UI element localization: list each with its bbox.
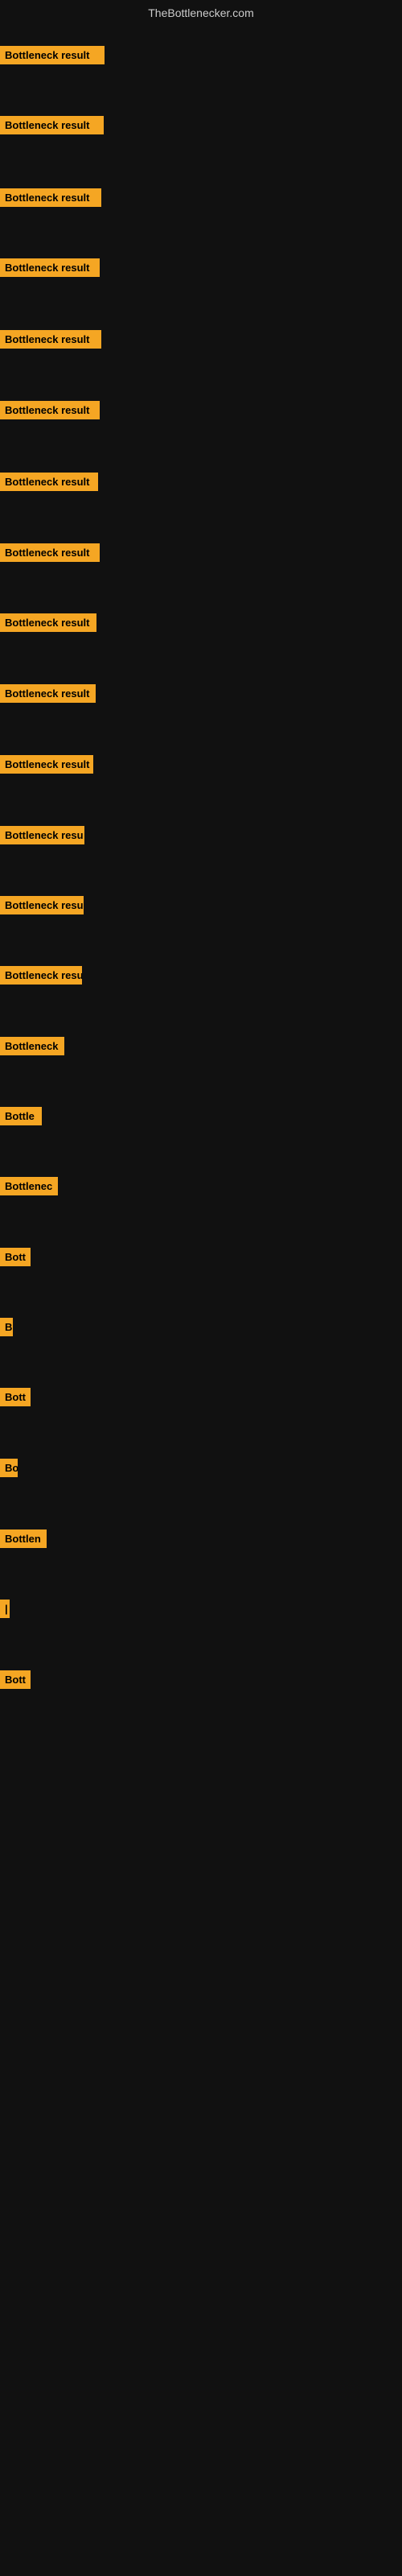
bottleneck-result-label: Bottleneck result bbox=[0, 330, 101, 349]
bottleneck-result-label: Bottleneck result bbox=[0, 543, 100, 562]
bottleneck-result-label: Bo bbox=[0, 1459, 18, 1477]
bottleneck-result-label: Bottlenec bbox=[0, 1177, 58, 1195]
bottleneck-result-label: Bottleneck result bbox=[0, 401, 100, 419]
bottleneck-result-label: Bottleneck result bbox=[0, 258, 100, 277]
bottleneck-result-label: B bbox=[0, 1318, 13, 1336]
bottleneck-result-label: Bottleneck result bbox=[0, 684, 96, 703]
bottleneck-result-label: Bottleneck result bbox=[0, 613, 96, 632]
site-title: TheBottlenecker.com bbox=[0, 6, 402, 19]
bottleneck-result-label: | bbox=[0, 1600, 10, 1618]
bottleneck-result-label: Bottleneck result bbox=[0, 188, 101, 207]
bottleneck-result-label: Bottle bbox=[0, 1107, 42, 1125]
bottleneck-result-label: Bottleneck result bbox=[0, 755, 93, 774]
bottleneck-result-label: Bottleneck result bbox=[0, 46, 105, 64]
bottleneck-result-label: Bottleneck bbox=[0, 1037, 64, 1055]
bottleneck-result-label: Bottleneck resu bbox=[0, 826, 84, 844]
bottleneck-result-label: Bottlen bbox=[0, 1530, 47, 1548]
bottleneck-result-label: Bott bbox=[0, 1670, 31, 1689]
bottleneck-result-label: Bottleneck result bbox=[0, 116, 104, 134]
bottleneck-result-label: Bott bbox=[0, 1248, 31, 1266]
bottleneck-result-label: Bottleneck resu bbox=[0, 966, 82, 985]
bottleneck-result-label: Bottleneck resu bbox=[0, 896, 84, 914]
bottleneck-result-label: Bott bbox=[0, 1388, 31, 1406]
bottleneck-result-label: Bottleneck result bbox=[0, 473, 98, 491]
